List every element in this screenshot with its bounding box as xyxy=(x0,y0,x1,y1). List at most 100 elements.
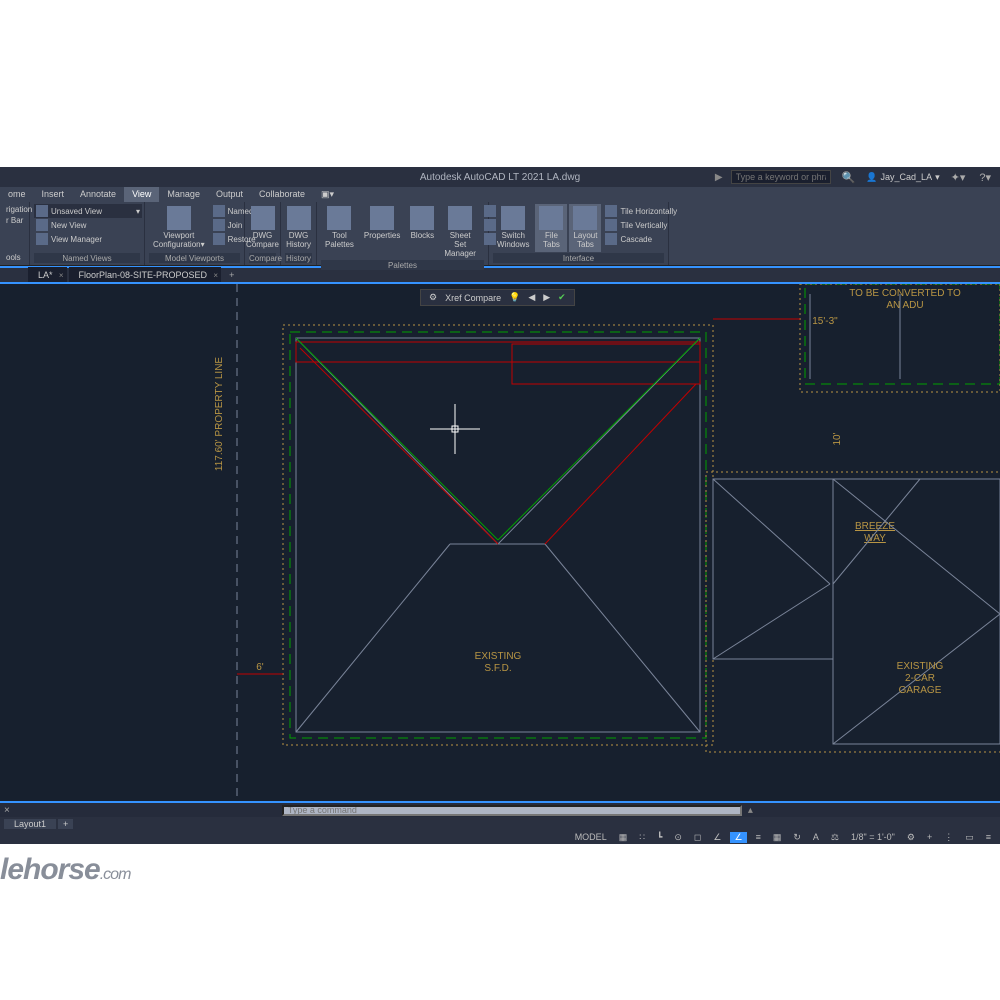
tile-vertical-button[interactable]: Tile Vertically xyxy=(603,218,679,232)
tab-manage[interactable]: Manage xyxy=(159,187,208,202)
help-search-input[interactable] xyxy=(731,170,831,184)
gear-icon[interactable]: ⚙ xyxy=(429,292,437,303)
panel-title: History xyxy=(285,253,312,263)
existing-sfd-label-2: S.F.D. xyxy=(484,663,511,674)
dwg-history-button[interactable]: DWGHistory xyxy=(285,204,312,252)
user-name: Jay_Cad_LA xyxy=(881,172,933,182)
tile-horizontal-button[interactable]: Tile Horizontally xyxy=(603,204,679,218)
panel-title: Compare xyxy=(249,253,276,263)
panel-named-views: Unsaved View▾ New View View Manager Name… xyxy=(30,202,145,265)
prev-arrow-icon[interactable]: ◀ xyxy=(528,292,535,303)
tab-overflow[interactable]: ▣▾ xyxy=(313,187,342,202)
app-window: Autodesk AutoCAD LT 2021 LA.dwg ▶ 🔍 👤 Ja… xyxy=(0,167,1000,833)
new-view-button[interactable]: New View xyxy=(34,218,140,232)
unsaved-view-dropdown[interactable]: Unsaved View▾ xyxy=(34,204,142,218)
add-layout-tab[interactable]: + xyxy=(58,819,73,829)
tool-palettes-button[interactable]: ToolPalettes xyxy=(321,204,358,252)
tab-insert[interactable]: Insert xyxy=(34,187,73,202)
drawing-canvas[interactable]: 117.60' PROPERTY LINE 6' EXISTING S.F.D. xyxy=(0,282,1000,803)
dim-15-3-label: 15'-3" xyxy=(812,316,838,327)
favorite-icon[interactable]: ✦▾ xyxy=(948,171,969,184)
garage-label-3: GARAGE xyxy=(899,685,942,696)
tab-view[interactable]: View xyxy=(124,187,159,202)
tab-collaborate[interactable]: Collaborate xyxy=(251,187,313,202)
garage-label-1: EXISTING xyxy=(897,661,944,672)
panel-title: Interface xyxy=(493,253,664,263)
osnap-icon[interactable]: ◻ xyxy=(691,832,704,843)
scale-readout[interactable]: 1/8" = 1'-0" xyxy=(848,832,898,842)
tab-home[interactable]: ome xyxy=(0,187,34,202)
panel-model-viewports: ViewportConfiguration▾ Named Join Restor… xyxy=(145,202,245,265)
panel-palettes: ToolPalettes Properties Blocks Sheet Set… xyxy=(317,202,489,265)
dwg-compare-button[interactable]: DWGCompare xyxy=(249,204,276,252)
tab-output[interactable]: Output xyxy=(208,187,251,202)
customize-icon[interactable]: ⋮ xyxy=(941,832,956,843)
viewport-config-button[interactable]: ViewportConfiguration▾ xyxy=(149,204,209,252)
model-space-button[interactable]: MODEL xyxy=(572,832,610,842)
next-arrow-icon[interactable]: ▶ xyxy=(543,292,550,303)
gear-icon[interactable]: ⚙ xyxy=(904,832,918,843)
file-tabs-button[interactable]: FileTabs xyxy=(535,204,567,252)
layout-tabs-bar: Layout1 + xyxy=(0,817,1000,830)
xref-compare-label: Xref Compare xyxy=(445,293,501,303)
file-tab-floorplan[interactable]: FloorPlan-08-SITE-PROPOSED× xyxy=(69,267,222,283)
app-title: Autodesk AutoCAD LT 2021 LA.dwg xyxy=(420,172,580,183)
help-icon[interactable]: ?▾ xyxy=(976,171,994,184)
angle-icon[interactable]: ∠ xyxy=(710,832,724,843)
drawing-svg: 117.60' PROPERTY LINE 6' EXISTING S.F.D. xyxy=(0,284,1000,803)
properties-button[interactable]: Properties xyxy=(360,204,404,243)
annotation-icon[interactable]: A xyxy=(810,832,822,842)
view-manager-button[interactable]: View Manager xyxy=(34,232,140,246)
file-tab-la[interactable]: LA*× xyxy=(28,267,67,283)
ribbon: rigation r Bar ools Unsaved View▾ New Vi… xyxy=(0,202,1000,266)
plus-icon[interactable]: + xyxy=(924,832,935,842)
title-bar: Autodesk AutoCAD LT 2021 LA.dwg ▶ 🔍 👤 Ja… xyxy=(0,167,1000,187)
ribbon-tabs: ome Insert Annotate View Manage Output C… xyxy=(0,187,1000,202)
nav-item[interactable]: rigation xyxy=(4,204,25,215)
bulb-icon[interactable]: 💡 xyxy=(509,292,520,303)
user-icon: 👤 xyxy=(866,172,877,183)
xref-compare-toolbar[interactable]: ⚙ Xref Compare 💡 ◀ ▶ ✔ xyxy=(420,289,575,306)
user-menu[interactable]: 👤 Jay_Cad_LA ▾ xyxy=(866,172,939,183)
check-icon[interactable]: ✔ xyxy=(558,292,566,303)
switch-windows-button[interactable]: SwitchWindows xyxy=(493,204,533,252)
breeze-label-1: BREEZE xyxy=(855,521,895,532)
ortho-icon[interactable]: ┗ xyxy=(654,832,665,843)
dim-6ft-label: 6' xyxy=(256,662,264,673)
grid-icon[interactable]: ▦ xyxy=(616,832,631,843)
file-tabs-bar: LA*× FloorPlan-08-SITE-PROPOSED× + xyxy=(0,266,1000,282)
polar-icon[interactable]: ⊙ xyxy=(671,832,685,843)
cycling-icon[interactable]: ↻ xyxy=(790,832,804,843)
command-input[interactable] xyxy=(282,805,742,816)
title-bar-right: ▶ 🔍 👤 Jay_Cad_LA ▾ ✦▾ ?▾ xyxy=(715,170,994,184)
close-icon[interactable]: × xyxy=(4,805,10,816)
panel-title: Named Views xyxy=(34,253,140,263)
search-icon[interactable]: 🔍 xyxy=(839,171,859,184)
adu-label-2: AN ADU xyxy=(886,300,923,311)
chevron-up-icon[interactable]: ▴ xyxy=(748,805,753,816)
panel-title: Palettes xyxy=(321,260,484,270)
isodraft-icon[interactable]: ∠ xyxy=(730,832,746,843)
cascade-button[interactable]: Cascade xyxy=(603,232,679,246)
clean-screen-icon[interactable]: ▭ xyxy=(962,832,977,843)
nav-item[interactable]: ools xyxy=(4,252,25,263)
watermark: lehorse.com xyxy=(0,853,130,887)
status-bar: MODEL ▦ ∷ ┗ ⊙ ◻ ∠ ∠ ≡ ▦ ↻ A ⚖ 1/8" = 1'-… xyxy=(0,830,1000,844)
layout-tabs-button[interactable]: LayoutTabs xyxy=(569,204,601,252)
annoscale-icon[interactable]: ⚖ xyxy=(828,832,842,843)
transparency-icon[interactable]: ▦ xyxy=(770,832,785,843)
garage-label-2: 2-CAR xyxy=(905,673,935,684)
panel-nav-truncated: rigation r Bar ools xyxy=(0,202,30,265)
lineweight-icon[interactable]: ≡ xyxy=(753,832,764,842)
layout-tab[interactable]: Layout1 xyxy=(4,819,56,829)
panel-interface: SwitchWindows FileTabs LayoutTabs Tile H… xyxy=(489,202,669,265)
sheet-set-manager-button[interactable]: Sheet SetManager xyxy=(440,204,480,260)
nav-item[interactable]: r Bar xyxy=(4,215,25,226)
panel-compare: DWGCompare Compare xyxy=(245,202,281,265)
menu-icon[interactable]: ≡ xyxy=(983,832,994,842)
new-file-tab[interactable]: + xyxy=(223,267,240,283)
existing-sfd-label-1: EXISTING xyxy=(475,651,522,662)
tab-annotate[interactable]: Annotate xyxy=(72,187,124,202)
blocks-button[interactable]: Blocks xyxy=(406,204,438,243)
snap-icon[interactable]: ∷ xyxy=(636,832,648,843)
